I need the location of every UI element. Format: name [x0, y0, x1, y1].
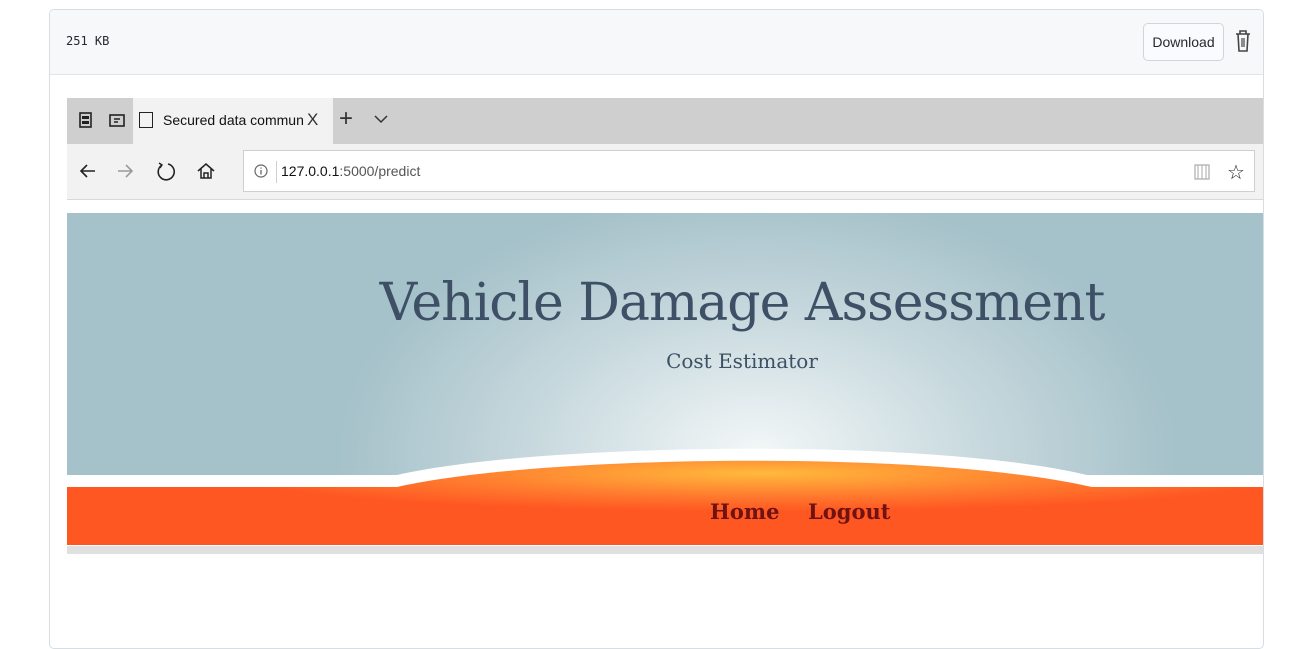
hero-banner: Vehicle Damage Assessment Cost Estimator: [67, 213, 1263, 475]
page-subtitle: Cost Estimator: [666, 349, 818, 373]
nav-home-link[interactable]: Home: [710, 499, 779, 524]
address-bar: 127.0.0.1:5000/predict ☆: [67, 144, 1263, 200]
home-icon[interactable]: [195, 160, 217, 182]
new-tab-icon[interactable]: +: [339, 106, 353, 132]
url-divider: [276, 161, 277, 183]
info-icon[interactable]: [254, 164, 268, 178]
back-icon[interactable]: [77, 160, 99, 182]
url-field[interactable]: 127.0.0.1:5000/predict ☆: [243, 150, 1255, 192]
download-button[interactable]: Download: [1143, 23, 1224, 61]
page-icon: [139, 112, 153, 128]
favorite-star-icon[interactable]: ☆: [1227, 160, 1245, 185]
reading-view-icon[interactable]: [1194, 163, 1210, 181]
nav-bar-background: [67, 448, 1263, 553]
browser-tab-bar: Secured data communication X +: [67, 98, 1263, 144]
tab-preview-icon[interactable]: [107, 110, 127, 130]
tab-active[interactable]: Secured data communication X: [133, 98, 333, 144]
page-title: Vehicle Damage Assessment: [379, 273, 1106, 333]
set-aside-tabs-icon[interactable]: [76, 110, 96, 130]
forward-icon[interactable]: [114, 160, 136, 182]
url-text: 127.0.0.1:5000/predict: [281, 163, 420, 179]
chevron-down-icon[interactable]: [373, 112, 389, 126]
nav-logout-link[interactable]: Logout: [808, 499, 890, 524]
close-icon[interactable]: X: [307, 110, 318, 130]
web-page: Vehicle Damage Assessment Cost Estimator…: [67, 213, 1263, 558]
file-header: 251 KB Download: [50, 10, 1263, 75]
refresh-icon[interactable]: [155, 160, 177, 182]
tab-title: Secured data communication: [163, 112, 303, 128]
screenshot-image: Secured data communication X +: [67, 98, 1263, 558]
file-size: 251 KB: [66, 34, 110, 48]
url-path: :5000/predict: [339, 163, 421, 179]
nav-bottom-strip: [67, 546, 1263, 554]
trash-icon[interactable]: [1233, 28, 1253, 54]
url-host: 127.0.0.1: [281, 163, 340, 179]
file-viewer-card: 251 KB Download Secured data communicati…: [49, 9, 1264, 649]
